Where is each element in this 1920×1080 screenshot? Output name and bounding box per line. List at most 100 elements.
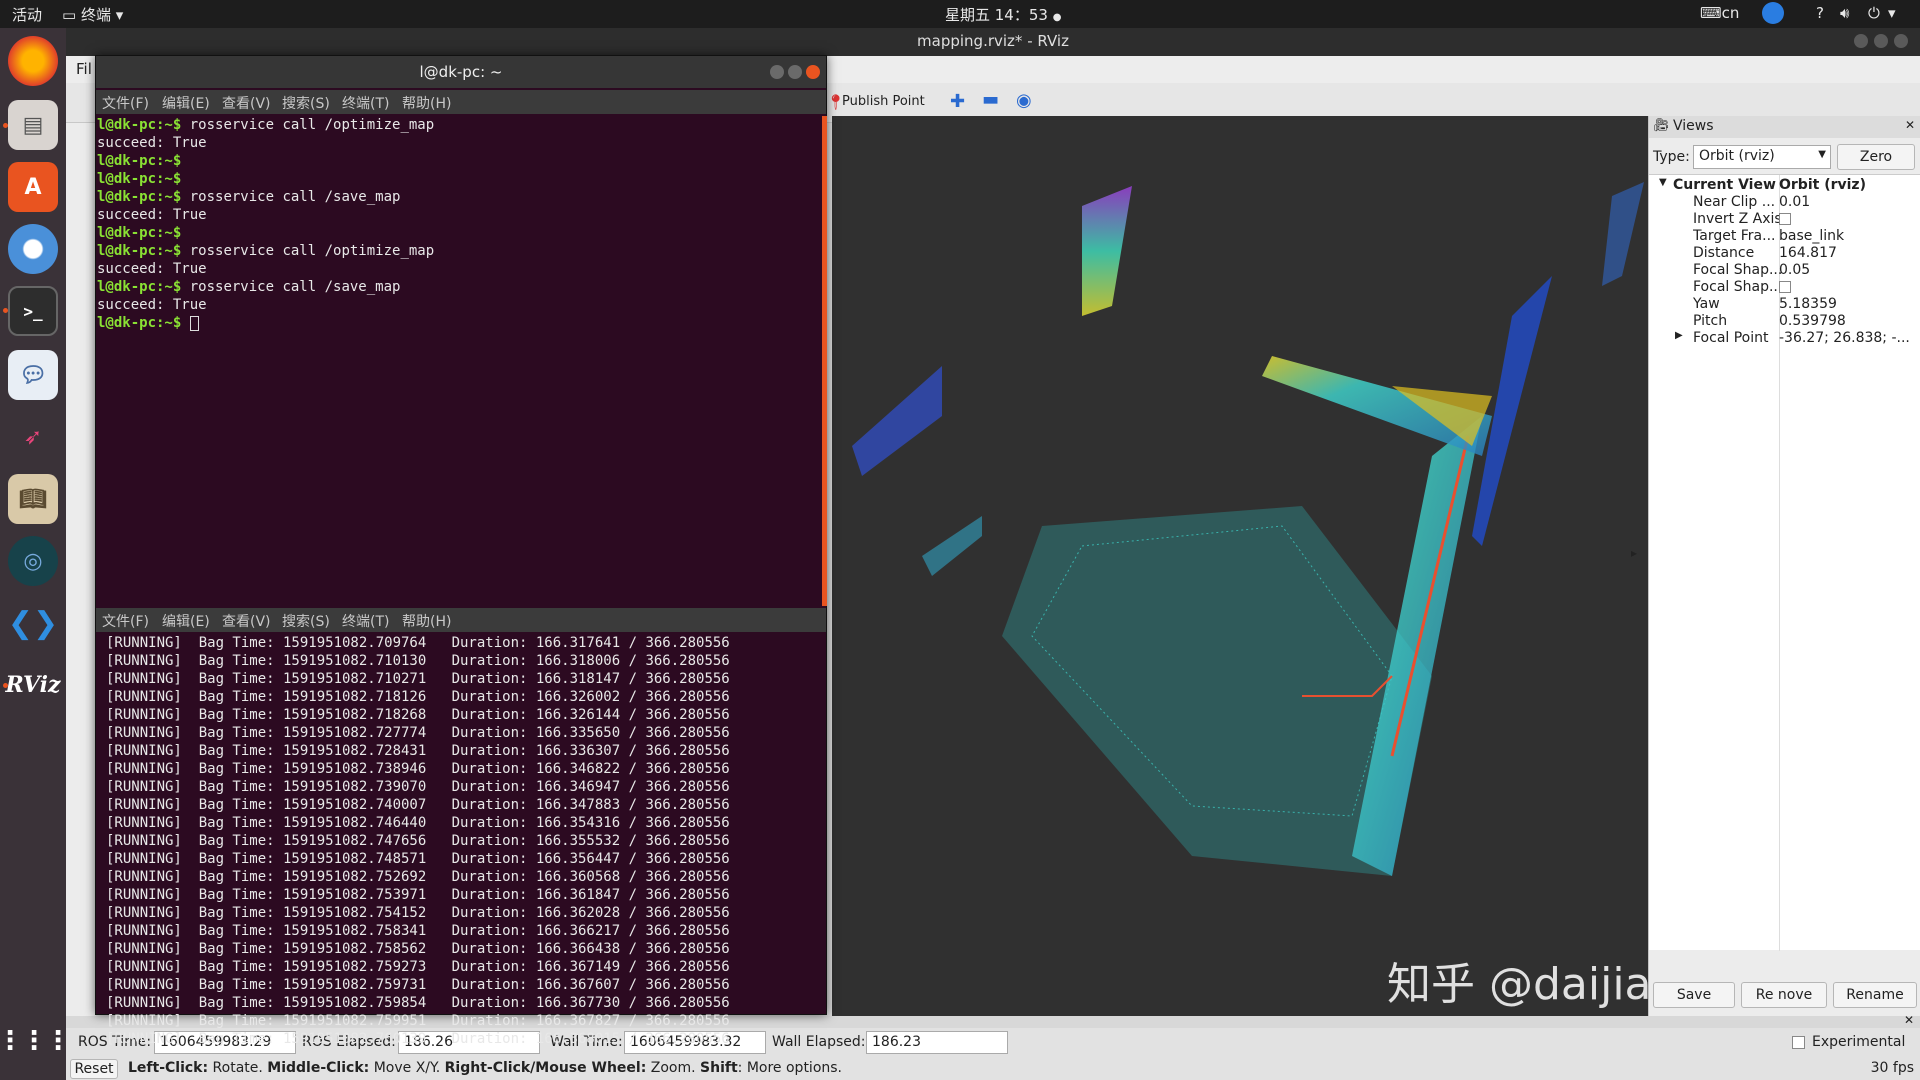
menu-help[interactable]: 帮助(H): [402, 93, 451, 113]
terminal-pane-bottom[interactable]: [RUNNING] Bag Time: 1591951082.709764 Du…: [96, 634, 826, 1047]
wall-elapsed-field[interactable]: 186.23: [866, 1031, 1008, 1054]
files-icon[interactable]: ▤: [8, 100, 58, 150]
property-row[interactable]: Focal Shap...: [1649, 279, 1920, 296]
rosbag-status-line: [RUNNING] Bag Time: 1591951082.710130 Du…: [106, 653, 730, 669]
chevron-down-icon[interactable]: ▾: [1888, 4, 1896, 22]
menu-view[interactable]: 查看(V): [222, 611, 271, 631]
software-icon[interactable]: A: [8, 162, 58, 212]
invert-z-checkbox[interactable]: [1779, 211, 1917, 229]
menu-edit[interactable]: 编辑(E): [162, 611, 210, 631]
menu-search[interactable]: 搜索(S): [282, 93, 330, 113]
views-title: Views: [1673, 118, 1714, 134]
view-type-select[interactable]: Orbit (rviz) ▼: [1693, 145, 1831, 169]
add-icon[interactable]: ✚: [950, 91, 965, 112]
menu-file[interactable]: 文件(F): [102, 93, 149, 113]
mouse-hints: Left-Click: Rotate. Middle-Click: Move X…: [128, 1060, 842, 1076]
terminal-icon[interactable]: >_: [8, 286, 58, 336]
rosbag-status-line: [RUNNING] Bag Time: 1591951082.718126 Du…: [106, 689, 730, 705]
zero-button[interactable]: Zero: [1837, 144, 1915, 170]
running-indicator: [3, 308, 8, 313]
menu-edit[interactable]: 编辑(E): [162, 93, 210, 113]
menu-file[interactable]: Fil: [76, 60, 92, 78]
app-menu-label: 终端: [80, 6, 111, 24]
teamviewer-icon[interactable]: [1762, 2, 1784, 24]
menu-file[interactable]: 文件(F): [102, 611, 149, 631]
close-icon[interactable]: [806, 65, 820, 79]
rviz-title-bar[interactable]: mapping.rviz* - RViz: [66, 28, 1920, 56]
remove-icon[interactable]: ▬: [982, 89, 999, 110]
property-row[interactable]: Invert Z Axis: [1649, 211, 1920, 228]
chromium-icon[interactable]: [8, 224, 58, 274]
property-key: Focal Shap...: [1693, 262, 1783, 278]
rviz-title: mapping.rviz* - RViz: [917, 32, 1069, 50]
menu-terminal[interactable]: 终端(T): [342, 611, 389, 631]
terminal-line: l@dk-pc:~$: [97, 314, 826, 332]
menu-terminal[interactable]: 终端(T): [342, 93, 389, 113]
camera-icon[interactable]: ◉: [1016, 90, 1032, 111]
property-row[interactable]: Distance 164.817: [1649, 245, 1920, 262]
close-icon[interactable]: ✕: [1905, 118, 1915, 132]
displays-panel-edge: [66, 123, 96, 1023]
terminal-app-menu[interactable]: ▭ 终端 ▾: [62, 4, 123, 25]
menu-search[interactable]: 搜索(S): [282, 611, 330, 631]
rosbag-status-line: [RUNNING] Bag Time: 1591951082.718268 Du…: [106, 707, 730, 723]
book-icon[interactable]: 📖︎: [8, 474, 58, 524]
help-icon[interactable]: ?: [1816, 4, 1824, 22]
property-row[interactable]: Near Clip ... 0.01: [1649, 194, 1920, 211]
publish-point-button[interactable]: Publish Point: [842, 94, 925, 109]
reset-button[interactable]: Reset: [70, 1059, 118, 1079]
menu-view[interactable]: 查看(V): [222, 93, 271, 113]
close-icon[interactable]: [1894, 34, 1908, 48]
remove-button[interactable]: Re nove: [1741, 982, 1827, 1008]
kingfisher-icon[interactable]: ➶: [8, 412, 58, 462]
collapse-arrow-icon[interactable]: ▸: [1631, 546, 1637, 560]
property-row[interactable]: Target Fra... base_link: [1649, 228, 1920, 245]
terminal-pane-top[interactable]: l@dk-pc:~$ rosservice call /optimize_map…: [96, 116, 826, 606]
save-button[interactable]: Save: [1653, 982, 1735, 1008]
top-bar: 活动 ▭ 终端 ▾ 星期五 14：53 ● ⌨cn ? 🔊︎ ⏻ ▾: [0, 0, 1920, 28]
property-key: Focal Point: [1693, 330, 1769, 346]
clock[interactable]: 星期五 14：53 ●: [945, 4, 1061, 25]
rosbag-status-line: [RUNNING] Bag Time: 1591951082.746440 Du…: [106, 815, 730, 831]
vscode-icon[interactable]: ❮❯: [8, 598, 58, 648]
terminal-title-bar[interactable]: l@dk-pc: ~: [96, 56, 826, 88]
current-view-value: Orbit (rviz): [1779, 177, 1866, 193]
power-icon[interactable]: ⏻: [1868, 4, 1880, 22]
running-indicator: [3, 123, 8, 128]
property-key: Pitch: [1693, 313, 1728, 329]
maximize-icon[interactable]: [1874, 34, 1888, 48]
wechat-icon[interactable]: 💬︎: [8, 350, 58, 400]
activities-button[interactable]: 活动: [12, 4, 42, 25]
scrollbar[interactable]: [822, 116, 827, 606]
menu-help[interactable]: 帮助(H): [402, 611, 451, 631]
close-icon[interactable]: ✕: [1904, 1013, 1914, 1027]
property-row[interactable]: ▶ Focal Point -36.27; 26.838; -...: [1649, 330, 1920, 347]
views-panel: 🎥︎ Views ✕ Type: Orbit (rviz) ▼ Zero ▼ C…: [1648, 116, 1920, 1016]
terminal-text: rosservice call /save_map: [181, 279, 401, 295]
maximize-icon[interactable]: [788, 65, 802, 79]
gitkraken-icon[interactable]: ◎: [8, 536, 58, 586]
property-row[interactable]: Pitch 0.539798: [1649, 313, 1920, 330]
minimize-icon[interactable]: [1854, 34, 1868, 48]
property-row[interactable]: Yaw 5.18359: [1649, 296, 1920, 313]
rosbag-status-line: [RUNNING] Bag Time: 1591951082.747656 Du…: [106, 833, 730, 849]
experimental-checkbox[interactable]: [1792, 1036, 1805, 1049]
minimize-icon[interactable]: [770, 65, 784, 79]
rename-button[interactable]: Rename: [1833, 982, 1917, 1008]
focal-shape-checkbox[interactable]: [1779, 279, 1917, 297]
app-grid-icon[interactable]: ⋮⋮⋮: [0, 1016, 71, 1066]
property-value: base_link: [1779, 228, 1845, 244]
property-row[interactable]: Focal Shap... 0.05: [1649, 262, 1920, 279]
firefox-icon[interactable]: [8, 36, 58, 86]
running-indicator: [3, 683, 8, 688]
3d-viewport[interactable]: 知乎 @daijiaoshou: [832, 116, 1694, 1016]
input-method-indicator[interactable]: ⌨cn: [1700, 4, 1739, 22]
rosbag-status-line: [RUNNING] Bag Time: 1591951082.752692 Du…: [106, 869, 730, 885]
rosbag-status-line: [RUNNING] Bag Time: 1591951082.753971 Du…: [106, 887, 730, 903]
terminal-line: l@dk-pc:~$: [97, 170, 826, 188]
rviz-icon[interactable]: RViz: [5, 660, 60, 710]
volume-icon[interactable]: 🔊︎: [1840, 4, 1849, 22]
left-fence-cloud: [922, 516, 982, 576]
current-view-row[interactable]: ▼ Current View Orbit (rviz): [1649, 177, 1920, 194]
